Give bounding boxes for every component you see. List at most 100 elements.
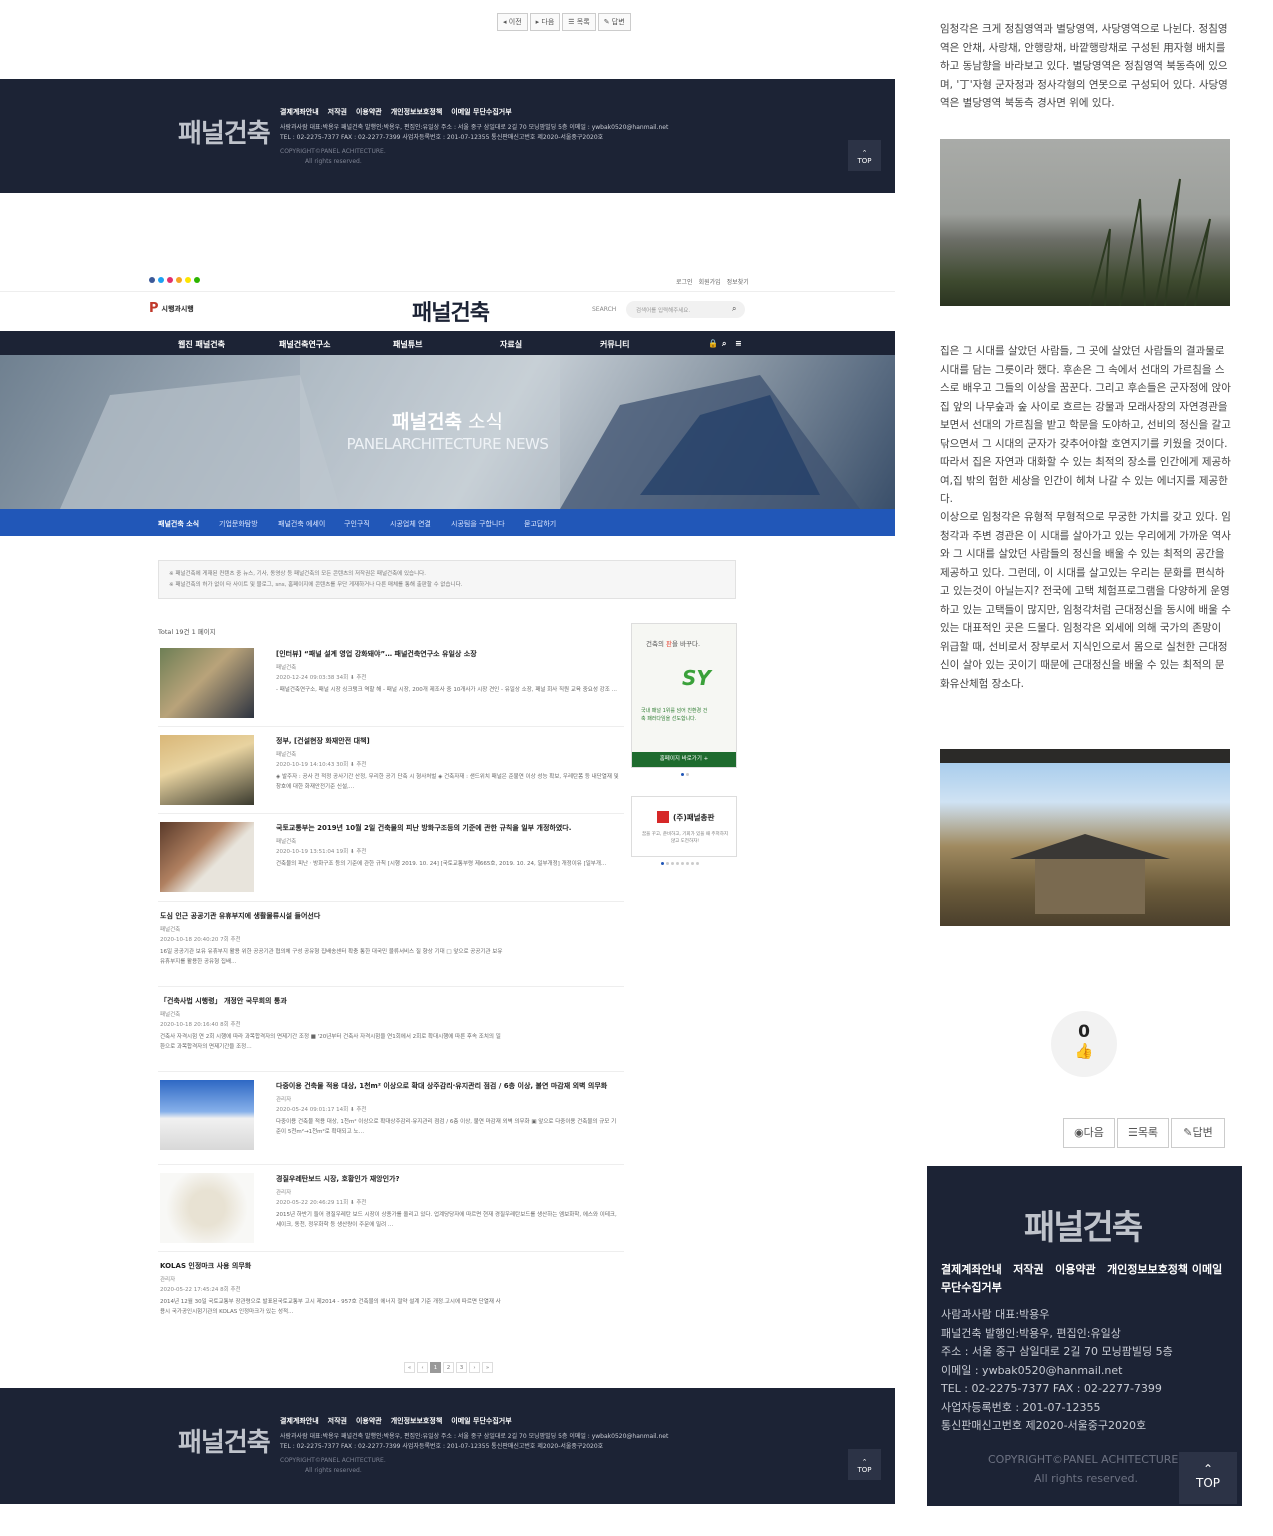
dot[interactable] (661, 862, 664, 865)
dot[interactable] (686, 773, 689, 776)
band-icon[interactable] (194, 277, 200, 283)
subnav-contractor[interactable]: 시공업체 연결 (390, 519, 431, 529)
gnb-webzine[interactable]: 웹진 패널건축 (178, 339, 225, 350)
dot[interactable] (676, 862, 679, 865)
mobile-top-button[interactable]: ⌃ TOP (1179, 1452, 1237, 1504)
login-link[interactable]: 로그인 (676, 277, 693, 286)
dot[interactable] (666, 862, 669, 865)
page-3[interactable]: 3 (456, 1362, 467, 1373)
next-button[interactable]: ▸ 다음 (529, 13, 561, 31)
list-item[interactable]: [인터뷰] “패널 설계 영업 강화돼야”… 패널건축연구소 유일상 소장 패널… (158, 640, 624, 727)
footer-link-copyright[interactable]: 저작권 (1013, 1263, 1043, 1276)
footer-link-privacy[interactable]: 개인정보보호정책 (1107, 1263, 1188, 1276)
search-input[interactable]: 검색어를 입력해주세요. (636, 306, 690, 314)
gnb-tube[interactable]: 패널튜브 (393, 339, 422, 350)
blog-icon[interactable] (176, 277, 182, 283)
subnav-jobs[interactable]: 구인구직 (344, 519, 370, 529)
post-author: 패널건축 (276, 665, 297, 671)
reply-button[interactable]: ✎답변 (1171, 1118, 1225, 1148)
dot[interactable] (681, 773, 684, 776)
page-2[interactable]: 2 (443, 1362, 454, 1373)
post-title[interactable]: 정부, [건설현장 화재안전 대책] (276, 736, 621, 746)
dot[interactable] (691, 862, 694, 865)
lock-icon[interactable]: 🔒 (708, 339, 718, 348)
footer-link-privacy[interactable]: 개인정보보호정책 (391, 107, 443, 117)
top-button[interactable]: ⌃ TOP (848, 140, 881, 171)
post-title[interactable]: 도심 인근 공공기관 유휴부지에 생활물류시설 들어선다 (160, 911, 505, 921)
subnav-essay[interactable]: 패널건축 에세이 (278, 519, 325, 529)
top-button[interactable]: ⌃ TOP (848, 1449, 881, 1480)
gnb-library[interactable]: 자료실 (500, 339, 522, 350)
list-item[interactable]: KOLAS 인정마크 사용 의무화 관리자 2020-05-22 17:45:2… (158, 1252, 624, 1332)
search-icon[interactable]: ⌕ (722, 339, 726, 349)
dot[interactable] (671, 862, 674, 865)
ad-banner-panel[interactable]: (주)패널총판 꿈을 꾸고, 준비하고, 기회가 있을 때 주저하지 않고 도전… (631, 796, 737, 857)
instagram-icon[interactable] (167, 277, 173, 283)
join-link[interactable]: 회원가입 (699, 277, 721, 286)
footer-link-terms[interactable]: 이용약관 (356, 1416, 382, 1426)
subnav-news[interactable]: 패널건축 소식 (158, 519, 199, 529)
list-item[interactable]: 국토교통부는 2019년 10월 2일 건축물의 피난 방화구조등의 기준에 관… (158, 814, 624, 902)
footer-info-line: 통신판매신고번호 제2020-서울중구2020호 (941, 1419, 1147, 1432)
list-button[interactable]: ☰목록 (1117, 1118, 1169, 1148)
page-next[interactable]: › (469, 1362, 480, 1373)
list-button[interactable]: ☰ 목록 (562, 13, 596, 31)
footer-link-terms[interactable]: 이용약관 (1055, 1263, 1095, 1276)
list-item[interactable]: 「건축사법 시행령」 개정안 국무회의 통과 패널건축 2020-10-18 2… (158, 987, 624, 1072)
site-logo[interactable]: 패널건축 (412, 295, 490, 327)
subnav-qna[interactable]: 묻고답하기 (524, 519, 556, 529)
footer-link-copyright[interactable]: 저작권 (328, 1416, 347, 1426)
post-author: 패널건축 (276, 752, 297, 758)
post-thumbnail[interactable] (160, 1173, 254, 1243)
footer-link-email[interactable]: 이메일 무단수집거부 (451, 1416, 511, 1426)
search-icon[interactable]: ⌕ (732, 304, 736, 314)
list-item[interactable]: 정부, [건설현장 화재안전 대책] 패널건축 2020-10-19 14:10… (158, 727, 624, 814)
footer-link-account[interactable]: 결제계좌안내 (280, 1416, 319, 1426)
post-title[interactable]: [인터뷰] “패널 설계 영업 강화돼야”… 패널건축연구소 유일상 소장 (276, 649, 621, 659)
next-button[interactable]: ◉다음 (1063, 1118, 1115, 1148)
page-first[interactable]: « (404, 1362, 415, 1373)
like-button[interactable]: 0 👍 (1051, 1011, 1117, 1077)
post-thumbnail[interactable] (160, 1080, 254, 1150)
footer-link-email[interactable]: 이메일 무단수집거부 (451, 107, 511, 117)
post-title[interactable]: 「건축사법 시행령」 개정안 국무회의 통과 (160, 996, 505, 1006)
list-item[interactable]: 경질우레탄보드 시장, 호황인가 재앙인가? 관리자 2020-05-22 20… (158, 1165, 624, 1252)
footer-link-copyright[interactable]: 저작권 (328, 107, 347, 117)
post-title[interactable]: 다중이용 건축물 적용 대상, 1천m² 이상으로 확대 상주감리·유지관리 점… (276, 1081, 621, 1091)
list-item[interactable]: 다중이용 건축물 적용 대상, 1천m² 이상으로 확대 상주감리·유지관리 점… (158, 1072, 624, 1165)
dot[interactable] (696, 862, 699, 865)
footer-link-account[interactable]: 결제계좌안내 (941, 1263, 1002, 1276)
search-box[interactable]: 검색어를 입력해주세요. ⌕ (626, 301, 745, 318)
page-prev[interactable]: ‹ (417, 1362, 428, 1373)
footer-info-line: 주소 : 서울 중구 삼일대로 2길 70 모닝팜빌딩 5층 (941, 1345, 1173, 1358)
dot[interactable] (681, 862, 684, 865)
prev-button[interactable]: ◂ 이전 (497, 13, 528, 31)
partner-logo[interactable]: P 시행과시행 (149, 301, 194, 316)
page-1[interactable]: 1 (430, 1362, 441, 1373)
post-thumbnail[interactable] (160, 648, 254, 718)
post-thumbnail[interactable] (160, 822, 254, 892)
twitter-icon[interactable] (158, 277, 164, 283)
menu-icon[interactable]: ≡ (735, 339, 742, 348)
post-title[interactable]: KOLAS 인정마크 사용 의무화 (160, 1261, 505, 1271)
footer-link-terms[interactable]: 이용약관 (356, 107, 382, 117)
list-item[interactable]: 도심 인근 공공기관 유휴부지에 생활물류시설 들어선다 패널건축 2020-1… (158, 902, 624, 987)
find-info-link[interactable]: 정보찾기 (727, 277, 749, 286)
kakao-icon[interactable] (185, 277, 191, 283)
footer-link-privacy[interactable]: 개인정보보호정책 (391, 1416, 443, 1426)
post-excerpt: 16일 공공기관 보유 유휴부지 활용 위한 공공기관 협의체 구성 공유형 집… (160, 949, 503, 965)
gnb-community[interactable]: 커뮤니티 (600, 339, 629, 350)
post-title[interactable]: 국토교통부는 2019년 10월 2일 건축물의 피난 방화구조등의 기준에 관… (276, 823, 621, 833)
reply-button[interactable]: ✎ 답변 (597, 13, 631, 31)
ad-banner-sy[interactable]: 건축의 판을 바꾸다. SY 국내 패널 1위를 넘어 친환경 건축 패러다임을… (631, 623, 737, 768)
page-last[interactable]: » (482, 1362, 493, 1373)
subnav-culture[interactable]: 기업문화탐방 (219, 519, 258, 529)
post-title[interactable]: 경질우레탄보드 시장, 호황인가 재앙인가? (276, 1174, 621, 1184)
dot[interactable] (686, 862, 689, 865)
subnav-team[interactable]: 시공팀을 구합니다 (451, 519, 505, 529)
footer-link-account[interactable]: 결제계좌안내 (280, 107, 319, 117)
gnb-lab[interactable]: 패널건축연구소 (279, 339, 331, 350)
facebook-icon[interactable] (149, 277, 155, 283)
post-thumbnail[interactable] (160, 735, 254, 805)
ad1-button[interactable]: 홈페이지 바로가기 + (632, 752, 736, 767)
